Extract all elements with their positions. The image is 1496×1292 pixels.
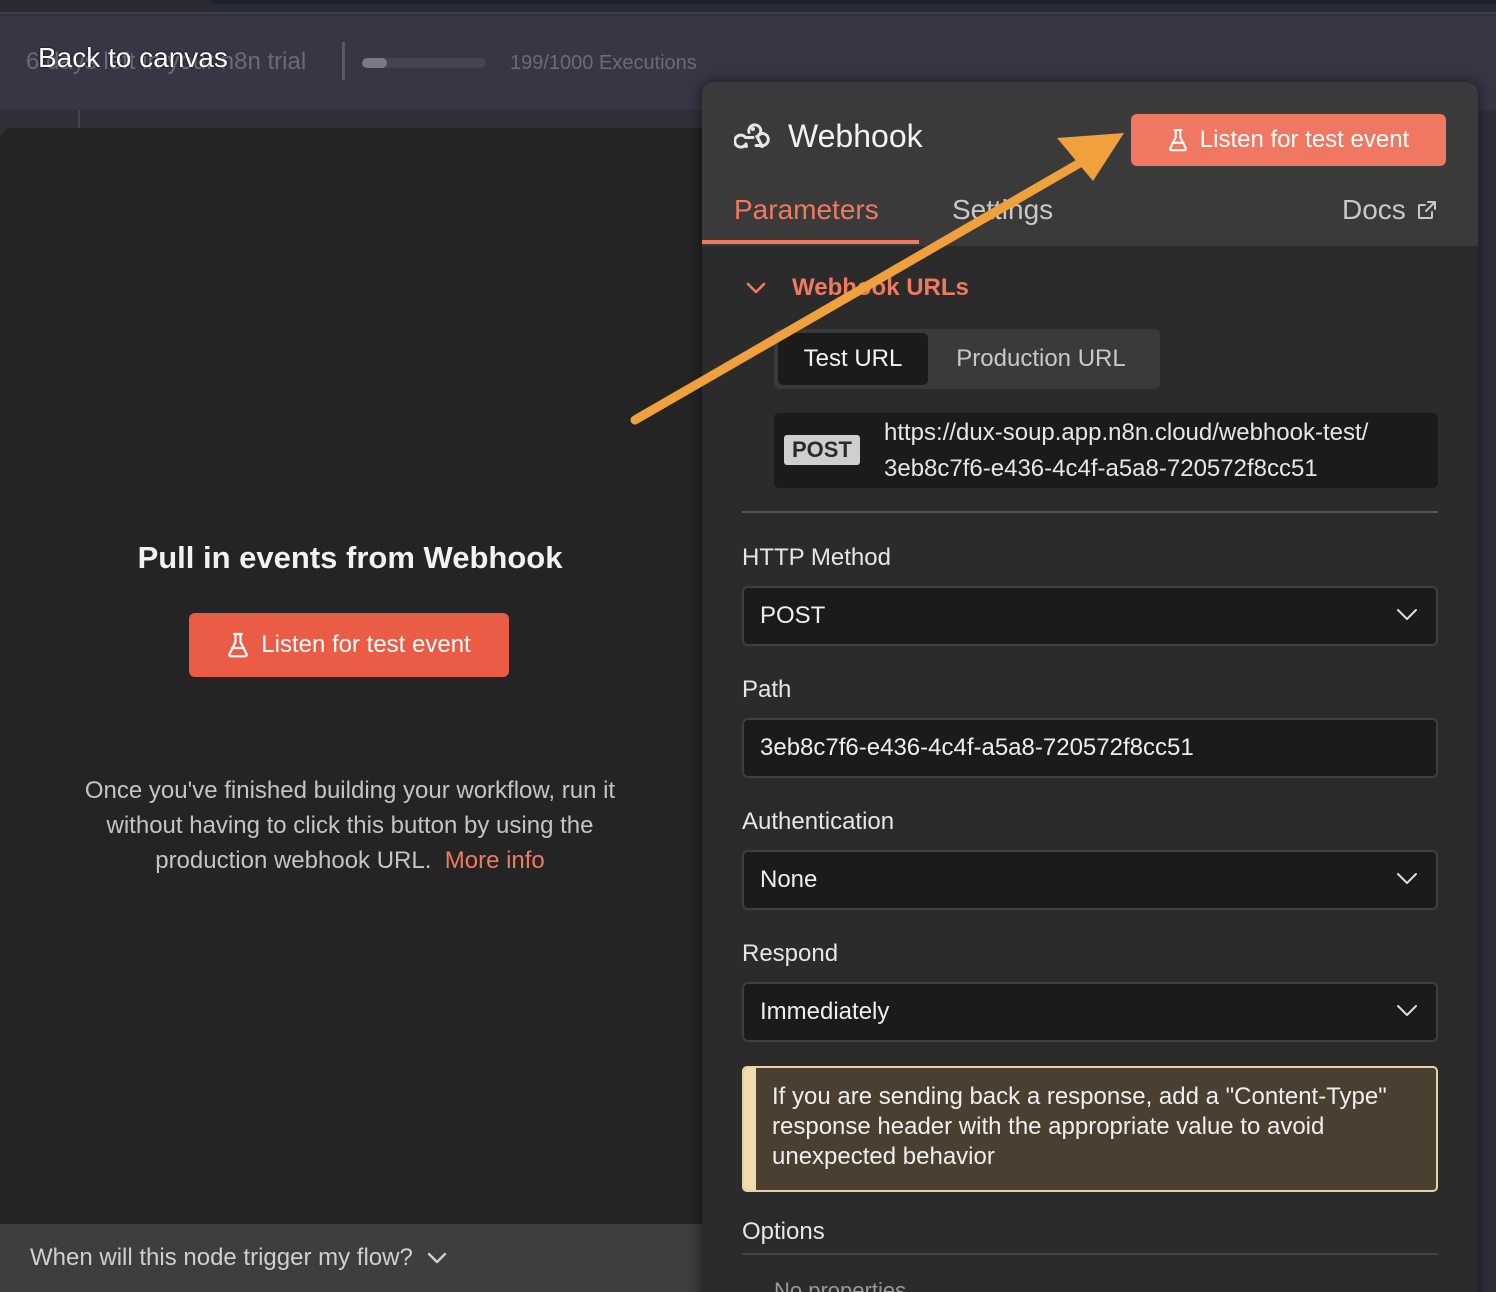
notice-accent-bar xyxy=(744,1068,756,1190)
url-line-1: https://dux-soup.app.n8n.cloud/webhook-t… xyxy=(884,419,1369,446)
trigger-question: When will this node trigger my flow? xyxy=(30,1244,413,1271)
node-header: Webhook Listen for test event Parameters… xyxy=(702,82,1478,246)
tab-docs[interactable]: Docs xyxy=(1342,194,1438,226)
tab-settings[interactable]: Settings xyxy=(952,194,1053,226)
path-value: 3eb8c7f6-e436-4c4f-a5a8-720572f8cc51 xyxy=(760,734,1194,761)
notice-text: If you are sending back a response, add … xyxy=(772,1083,1387,1170)
authentication-select[interactable]: None xyxy=(742,850,1438,910)
options-label: Options xyxy=(742,1218,825,1245)
webhook-icon xyxy=(734,123,770,149)
trial-separator xyxy=(342,42,345,80)
method-badge: POST xyxy=(784,435,860,465)
chevron-down-icon xyxy=(1397,1005,1417,1016)
active-tab-indicator xyxy=(702,240,919,244)
chevron-down-icon xyxy=(1397,609,1417,620)
webhook-urls-heading: Webhook URLs xyxy=(792,274,969,301)
executions-progress xyxy=(362,58,486,68)
url-type-toggle: Test URL Production URL xyxy=(774,329,1160,389)
test-url-option[interactable]: Test URL xyxy=(778,333,928,385)
flask-icon xyxy=(228,632,249,658)
respond-label: Respond xyxy=(742,940,839,967)
webhook-url-text: https://dux-soup.app.n8n.cloud/webhook-t… xyxy=(884,415,1368,487)
no-properties-text: No properties xyxy=(774,1278,907,1292)
tab-parameters[interactable]: Parameters xyxy=(734,194,879,226)
docs-label: Docs xyxy=(1342,194,1406,225)
listen-test-event-button[interactable]: Listen for test event xyxy=(189,613,509,677)
header-listen-test-event-button[interactable]: Listen for test event xyxy=(1131,114,1446,166)
http-method-label: HTTP Method xyxy=(742,544,891,571)
external-link-icon xyxy=(1417,201,1436,219)
input-panel-description: Once you've finished building your workf… xyxy=(50,773,650,878)
executions-progress-fill xyxy=(362,58,387,68)
respond-select[interactable]: Immediately xyxy=(742,982,1438,1042)
input-panel: Pull in events from Webhook Listen for t… xyxy=(0,128,702,1292)
chevron-down-icon xyxy=(427,1252,447,1264)
node-title: Webhook xyxy=(788,118,923,154)
webhook-urls-toggle[interactable]: Webhook URLs xyxy=(746,274,969,302)
respond-value: Immediately xyxy=(760,998,890,1025)
http-method-value: POST xyxy=(760,602,826,629)
path-label: Path xyxy=(742,676,792,703)
production-url-option[interactable]: Production URL xyxy=(928,333,1154,385)
header-listen-label: Listen for test event xyxy=(1199,126,1410,153)
options-divider xyxy=(742,1253,1438,1255)
node-settings-panel: Webhook Listen for test event Parameters… xyxy=(702,82,1478,1292)
path-input[interactable]: 3eb8c7f6-e436-4c4f-a5a8-720572f8cc51 xyxy=(742,718,1438,778)
authentication-label: Authentication xyxy=(742,808,895,835)
listen-test-event-label: Listen for test event xyxy=(261,631,471,658)
content-type-notice: If you are sending back a response, add … xyxy=(742,1066,1438,1192)
webhook-url-display[interactable]: POST https://dux-soup.app.n8n.cloud/webh… xyxy=(774,413,1438,488)
chevron-down-icon xyxy=(746,282,766,294)
flask-icon xyxy=(1168,129,1187,152)
section-divider xyxy=(742,511,1438,513)
top-dark-bar xyxy=(210,0,1496,4)
trigger-info-toggle[interactable]: When will this node trigger my flow? xyxy=(0,1224,702,1292)
authentication-value: None xyxy=(760,866,818,893)
back-to-canvas-link[interactable]: Back to canvas xyxy=(38,42,228,74)
more-info-link[interactable]: More info xyxy=(445,847,545,874)
top-strip xyxy=(0,0,1496,14)
canvas-divider xyxy=(78,110,80,130)
input-panel-title: Pull in events from Webhook xyxy=(137,540,563,575)
executions-count: 199/1000 Executions xyxy=(510,52,697,74)
url-line-2: 3eb8c7f6-e436-4c4f-a5a8-720572f8cc51 xyxy=(884,455,1318,482)
http-method-select[interactable]: POST xyxy=(742,586,1438,646)
chevron-down-icon xyxy=(1397,873,1417,884)
